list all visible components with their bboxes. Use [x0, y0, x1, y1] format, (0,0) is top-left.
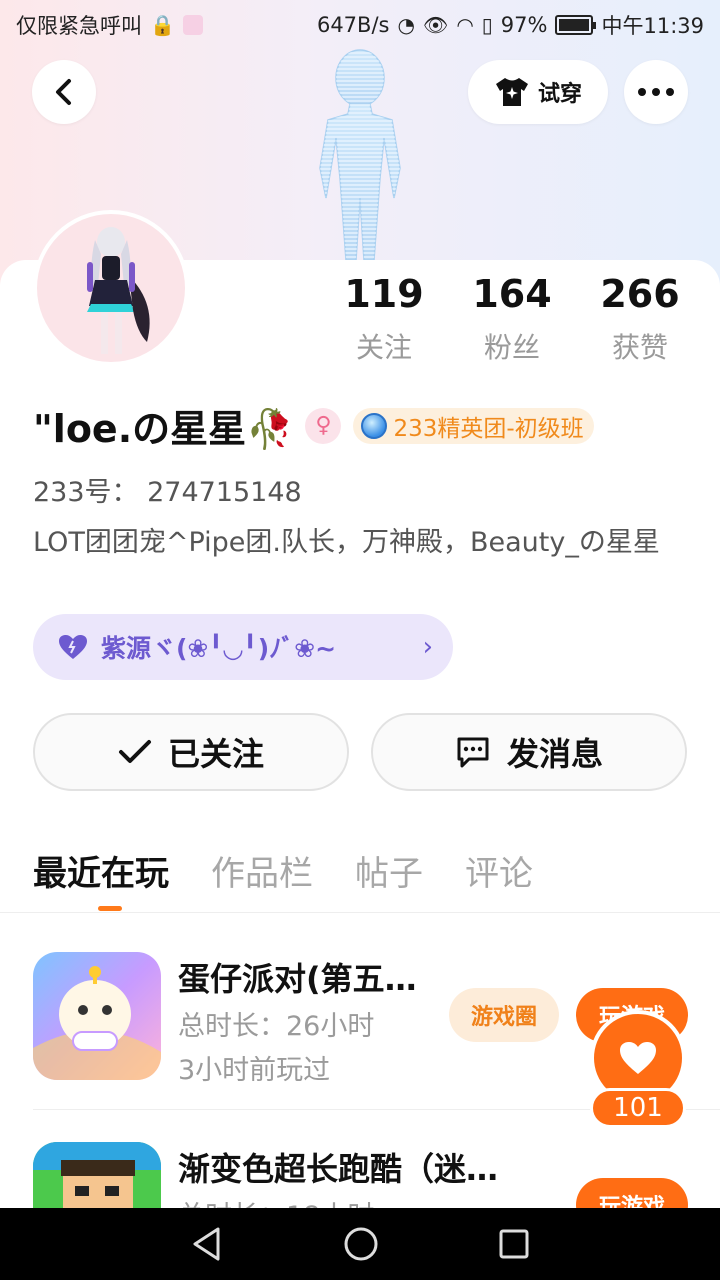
- heart-icon: [59, 635, 87, 659]
- lock-icon: 🔒: [150, 13, 175, 37]
- back-button[interactable]: [32, 60, 96, 124]
- back-triangle-icon[interactable]: [190, 1226, 224, 1262]
- more-dots-icon: [638, 88, 674, 96]
- network-speed: 647B/s: [316, 13, 390, 37]
- chevron-left-icon: [56, 79, 71, 105]
- user-name: "loe.の星星🥀: [33, 407, 294, 451]
- stat-number: 119: [344, 272, 424, 316]
- chevron-right-icon: ›: [422, 632, 433, 662]
- wifi-icon: ◠: [456, 13, 474, 37]
- carrier-text: 仅限紧急呼叫: [16, 14, 142, 38]
- chat-bubble-icon: [457, 737, 489, 768]
- game-last-played: 3小时前玩过: [178, 1055, 331, 1086]
- tab-posts[interactable]: 帖子: [355, 846, 423, 895]
- stat-label: 关注: [355, 331, 412, 364]
- avatar-hologram-figure: [319, 49, 401, 260]
- try-on-button[interactable]: 试穿: [468, 60, 608, 124]
- game-duration: 总时长：26小时: [178, 1011, 375, 1042]
- profile-tabs: 最近在玩 作品栏 帖子 评论: [33, 846, 533, 895]
- game-duration: 总时长：18小时: [178, 1194, 374, 1208]
- user-bio: LOT团团宠^Pipe团.队长，万神殿，Beauty_の星星: [33, 527, 660, 558]
- stat-label: 粉丝: [483, 331, 540, 364]
- fan-group-name: 紫源ヾ(❀╹◡╹)ﾉﾞ❀~: [101, 634, 337, 663]
- battery-percent: 97%: [500, 13, 548, 37]
- home-circle-icon[interactable]: [343, 1226, 379, 1262]
- stat-label: 获赞: [611, 331, 668, 364]
- status-bar: 仅限紧急呼叫 🔒 647B/s ◔ 👁 ◠ ▯ 97% 中午11:39: [0, 0, 720, 50]
- send-message-label: 发消息: [506, 735, 603, 773]
- send-message-button[interactable]: 发消息: [371, 713, 687, 791]
- game-title: 渐变色超长跑酷（迷…: [178, 1150, 499, 1188]
- data-saver-icon: ◔: [397, 13, 415, 37]
- recents-square-icon[interactable]: [498, 1228, 530, 1260]
- name-row: "loe.の星星🥀 ♀ 233精英团-初级班: [33, 398, 594, 453]
- group-badge[interactable]: 233精英团-初级班: [353, 407, 594, 444]
- like-count: 101: [590, 1088, 686, 1128]
- stat-number: 164: [472, 272, 552, 316]
- followed-button[interactable]: 已关注: [33, 713, 349, 791]
- female-gender-icon: ♀: [305, 407, 342, 444]
- system-navigation-bar: [0, 1208, 720, 1280]
- battery-icon: [555, 15, 597, 35]
- like-button[interactable]: 101: [590, 1010, 686, 1128]
- stat-number: 266: [600, 272, 680, 316]
- game-circle-button[interactable]: 游戏圈: [449, 988, 559, 1042]
- shirt-icon: [495, 78, 528, 106]
- active-tab-indicator: [98, 906, 122, 911]
- try-on-label: 试穿: [537, 82, 582, 107]
- gem-icon: [361, 412, 388, 439]
- tab-recently-played[interactable]: 最近在玩: [33, 846, 169, 895]
- game-icon-egg-party: [33, 952, 161, 1080]
- check-icon: [118, 740, 151, 763]
- sim-alert-icon: ▯: [481, 13, 493, 37]
- group-badge-label: 233精英团-初级班: [393, 415, 584, 442]
- followed-label: 已关注: [167, 735, 264, 773]
- user-id: 233号： 274715148: [33, 477, 302, 508]
- play-game-button[interactable]: 玩游戏: [576, 1178, 688, 1208]
- eye-icon: 👁: [422, 13, 449, 37]
- clock: 中午11:39: [601, 14, 704, 38]
- profile-stats: 119 关注 164 粉丝 266 获赞: [320, 270, 704, 366]
- more-options-button[interactable]: [624, 60, 688, 124]
- app-notification-icon: [182, 15, 203, 35]
- stat-followers[interactable]: 164 粉丝: [448, 270, 576, 366]
- tabs-divider: [0, 912, 720, 913]
- user-avatar[interactable]: [33, 210, 189, 366]
- avatar-character-image: [87, 227, 150, 354]
- fan-group-pill[interactable]: 紫源ヾ(❀╹◡╹)ﾉﾞ❀~ ›: [33, 614, 453, 680]
- list-item[interactable]: 渐变色超长跑酷（迷… 总时长：18小时 玩游戏: [33, 1142, 720, 1208]
- stat-likes[interactable]: 266 获赞: [576, 270, 704, 366]
- stat-following[interactable]: 119 关注: [320, 270, 448, 366]
- tab-comments[interactable]: 评论: [465, 846, 533, 895]
- heart-icon: [620, 1042, 656, 1074]
- tab-works[interactable]: 作品栏: [211, 846, 313, 895]
- game-title: 蛋仔派对(第五…: [178, 960, 417, 998]
- game-icon-parkour: [33, 1142, 161, 1208]
